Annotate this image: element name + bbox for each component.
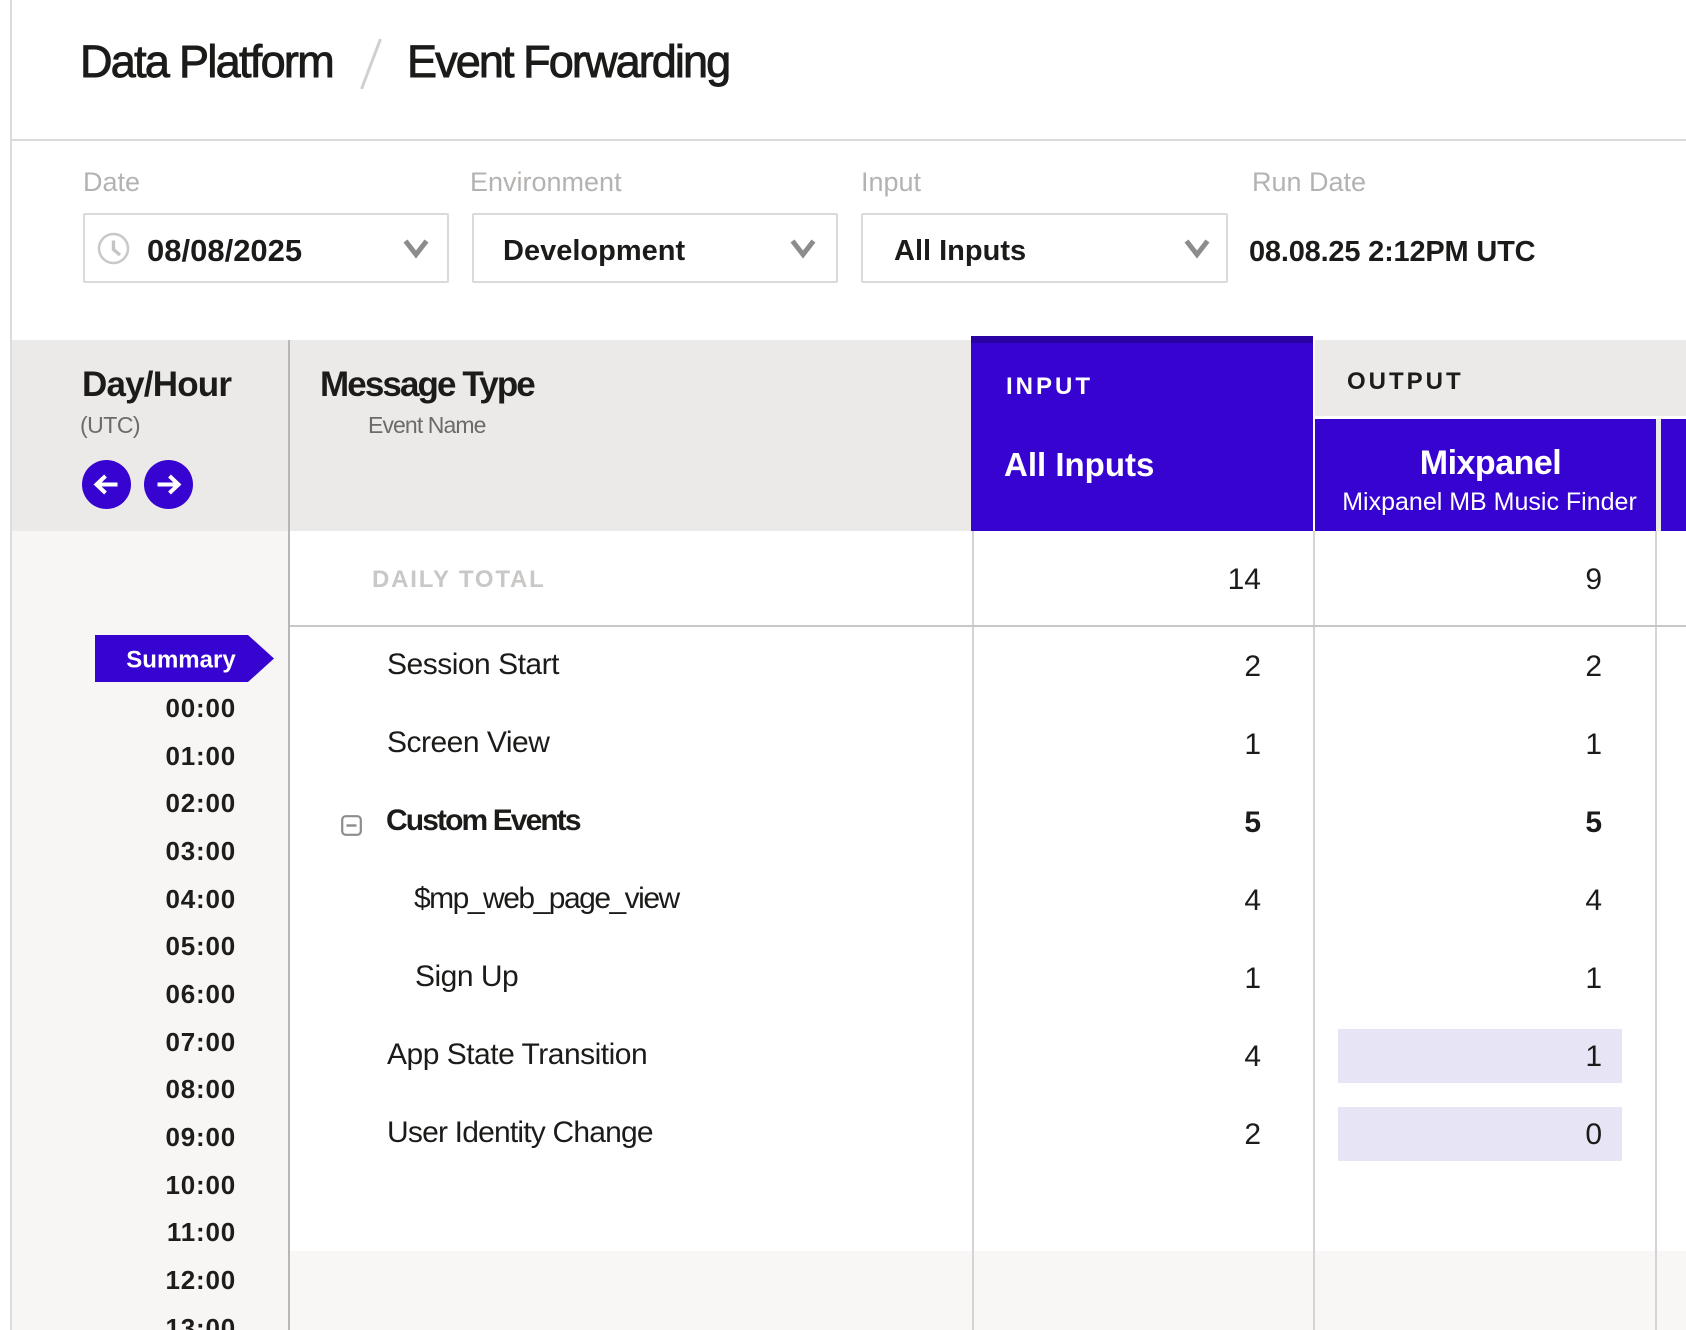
svg-text:Summary: Summary <box>126 647 236 674</box>
